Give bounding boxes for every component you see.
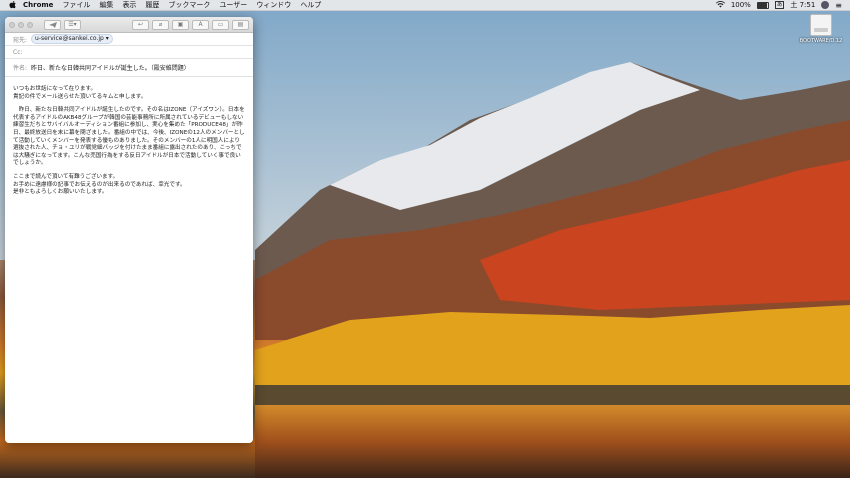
menu-file[interactable]: ファイル [62,0,90,10]
apple-menu-icon[interactable] [8,1,17,10]
cc-label: Cc: [13,48,23,56]
to-label: 宛先: [13,36,28,44]
menu-view[interactable]: 表示 [122,0,136,10]
to-field[interactable]: 宛先: u-service@sankei.co.jp ▾ [5,33,253,46]
font-icon: A [198,21,203,28]
menu-bar: Chrome ファイル 編集 表示 履歴 ブックマーク ユーザー ウィンドウ ヘ… [0,0,850,11]
drive-icon [810,14,832,36]
header-fields-button[interactable]: ☰▾ [64,19,81,30]
subject-label: 件名: [13,65,28,72]
minimize-window-button[interactable] [18,21,24,28]
attach-button[interactable]: ⌀ [152,19,169,30]
cc-field[interactable]: Cc: [5,46,253,59]
body-paragraph: 昨日、新たな日韓共同アイドルが誕生したのです。その名はIZONE（アイズワン）。… [13,107,245,167]
clock[interactable]: 土 7:51 [790,0,815,10]
window-icon: ▭ [217,21,224,28]
menu-bookmarks[interactable]: ブックマーク [168,0,210,10]
subject-field[interactable]: 件名: 昨日、新たな日韓共同アイドルが誕生した。（殿安維問題） [5,59,253,77]
reply-button[interactable]: ↩ [132,19,149,30]
template-icon: ▤ [237,21,244,28]
menu-help[interactable]: ヘルプ [300,0,321,10]
zoom-window-button[interactable] [27,21,33,28]
drive-label: BOOTWARE/D.12 [799,38,843,44]
list-icon: ☰▾ [68,21,77,28]
desktop-drive[interactable]: BOOTWARE/D.12 [796,14,846,44]
body-paragraph: いつもお世話になって在ります。 貴記の件でメール送らせた頂いてるキムと申します。 [13,86,147,100]
app-menu-chrome[interactable]: Chrome [23,1,53,9]
send-button[interactable] [44,19,61,30]
battery-percent[interactable]: 100% [731,1,751,9]
send-icon [48,21,57,28]
format-button[interactable]: A [192,19,209,30]
compose-window: ☰▾ ↩ ⌀ ▣ A ▭ ▤ 宛先: u-service@sankei.co.j… [5,17,253,443]
menu-history[interactable]: 履歴 [145,0,159,10]
menu-edit[interactable]: 編集 [99,0,113,10]
message-body[interactable]: いつもお世話になって在ります。 貴記の件でメール送らせた頂いてるキムと申します。… [5,77,253,197]
menu-window[interactable]: ウィンドウ [256,0,291,10]
notification-list-icon[interactable]: ≡ [835,1,842,10]
user-avatar-icon[interactable] [821,1,830,9]
photo-icon: ▣ [177,21,184,28]
close-window-button[interactable] [9,21,15,28]
template-button[interactable]: ▤ [232,19,249,30]
recipient-token[interactable]: u-service@sankei.co.jp ▾ [31,34,113,44]
input-method-icon[interactable]: あ [774,1,785,9]
window-button[interactable]: ▭ [212,19,229,30]
back-icon: ↩ [137,21,144,28]
battery-icon[interactable] [756,1,769,9]
menu-user[interactable]: ユーザー [219,0,247,10]
wifi-icon[interactable] [715,0,725,10]
photo-button[interactable]: ▣ [172,19,189,30]
attach-icon: ⌀ [158,21,163,28]
body-paragraph: ここまで読んで頂いて有難うございます。 お手めに遠慮様の記事でお伝えるのが出来る… [13,173,186,196]
compose-toolbar: ☰▾ ↩ ⌀ ▣ A ▭ ▤ [5,17,253,33]
subject-value[interactable]: 昨日、新たな日韓共同アイドルが誕生した。（殿安維問題） [31,63,190,72]
